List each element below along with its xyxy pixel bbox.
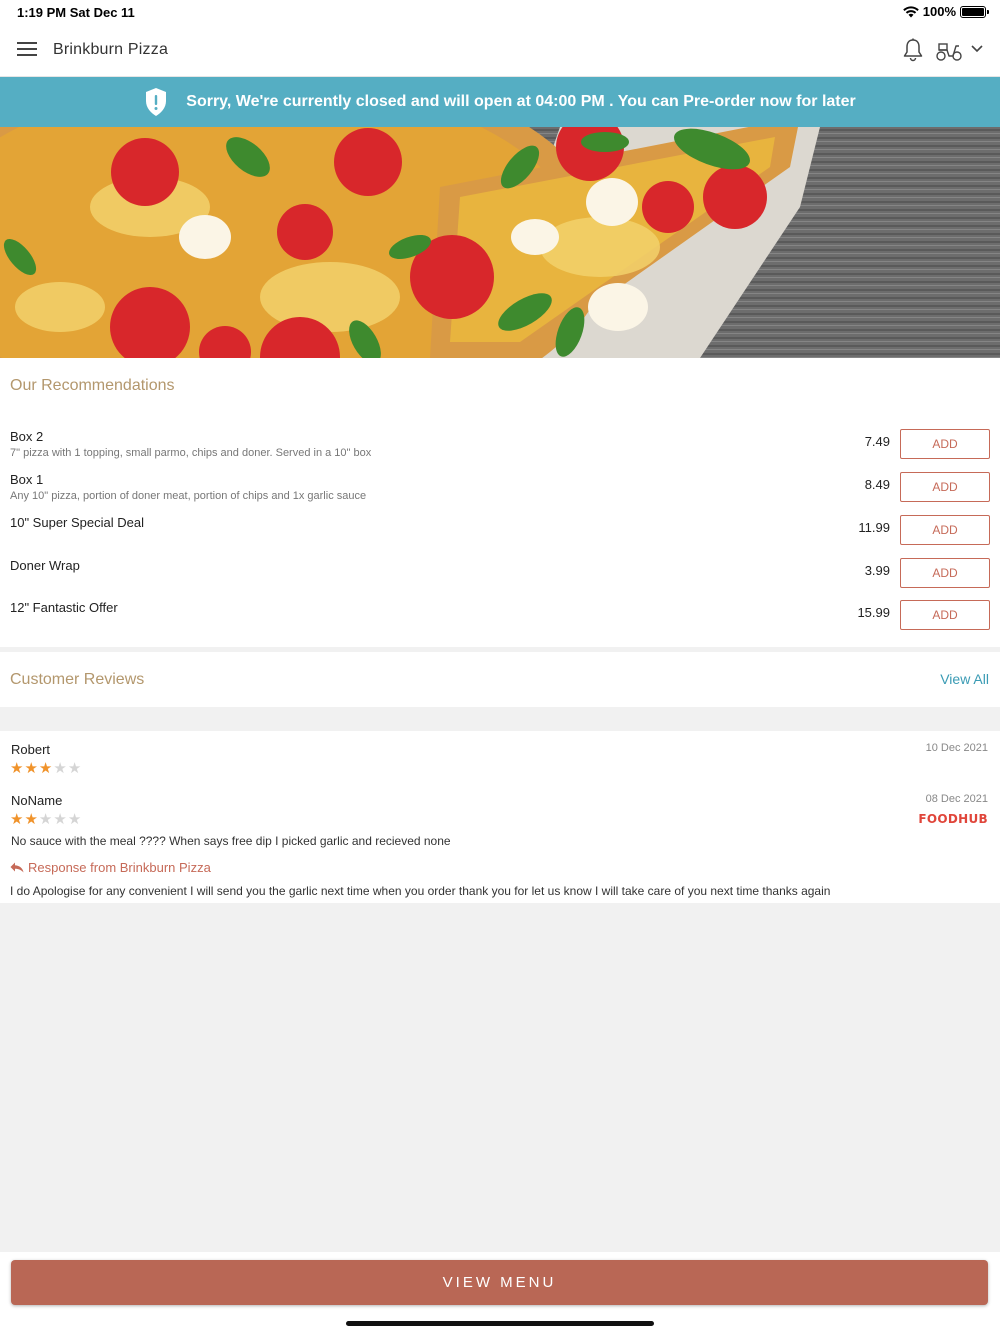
add-button[interactable]: ADD: [900, 472, 990, 502]
battery-percent: 100%: [922, 4, 956, 19]
item-price: 7.49: [864, 434, 890, 449]
list-item: Doner Wrap 3.99 ADD: [0, 558, 1000, 598]
list-item: Box 1 Any 10" pizza, portion of doner me…: [0, 472, 1000, 512]
hero-pizza-image: [0, 127, 1000, 358]
add-button[interactable]: ADD: [900, 429, 990, 459]
home-indicator: [346, 1321, 654, 1326]
item-name: Doner Wrap: [10, 558, 80, 573]
item-price: 8.49: [864, 477, 890, 492]
status-bar: 1:19 PM Sat Dec 11 100%: [0, 0, 1000, 24]
chevron-down-icon[interactable]: [970, 44, 984, 54]
reviews-title: Customer Reviews: [10, 671, 145, 688]
star-empty-icon: ★: [53, 811, 67, 828]
item-price: 3.99: [864, 563, 890, 578]
star-filled-icon: ★: [10, 760, 24, 777]
foodhub-logo: FOODHUB: [918, 812, 988, 826]
bell-icon[interactable]: [902, 38, 924, 62]
list-item: 12" Fantastic Offer 15.99 ADD: [0, 600, 1000, 640]
page-title: Brinkburn Pizza: [53, 41, 169, 58]
review-text: No sauce with the meal ???? When says fr…: [11, 834, 451, 848]
status-time: 1:19 PM Sat Dec 11: [17, 5, 135, 20]
star-rating: ★ ★ ★ ★ ★: [10, 812, 81, 827]
delivery-scooter-icon[interactable]: [935, 40, 963, 62]
add-button[interactable]: ADD: [900, 600, 990, 630]
response-label-text: Response from Brinkburn Pizza: [28, 860, 211, 875]
battery-icon: [960, 5, 989, 18]
response-text: I do Apologise for any convenient I will…: [10, 884, 831, 898]
reviews-list: Robert 10 Dec 2021 ★ ★ ★ ★ ★ NoName 08 D…: [0, 731, 1000, 903]
add-button[interactable]: ADD: [900, 515, 990, 545]
item-price: 15.99: [857, 605, 890, 620]
banner-message: Sorry, We're currently closed and will o…: [186, 93, 856, 110]
recommendations-title: Our Recommendations: [10, 377, 175, 394]
recommendations-section: Our Recommendations Box 2 7" pizza with …: [0, 358, 1000, 647]
reply-arrow-icon: [10, 862, 24, 873]
star-empty-icon: ★: [38, 811, 53, 828]
star-filled-icon: ★: [24, 760, 38, 777]
closed-banner: Sorry, We're currently closed and will o…: [0, 77, 1000, 127]
reviews-header: Customer Reviews View All: [0, 652, 1000, 707]
list-item: Box 2 7" pizza with 1 topping, small par…: [0, 429, 1000, 469]
star-filled-icon: ★: [10, 811, 24, 828]
item-description: 7" pizza with 1 topping, small parmo, ch…: [10, 447, 372, 459]
star-filled-icon: ★: [24, 811, 38, 828]
menu-icon[interactable]: [17, 42, 37, 58]
reviewer-name: NoName: [11, 793, 63, 808]
star-rating: ★ ★ ★ ★ ★: [10, 761, 81, 776]
review-date: 10 Dec 2021: [925, 742, 988, 754]
item-name: Box 1: [10, 472, 44, 487]
add-button[interactable]: ADD: [900, 558, 990, 588]
item-name: Box 2: [10, 429, 44, 444]
item-name: 10" Super Special Deal: [10, 515, 144, 530]
status-right: 100%: [902, 4, 989, 19]
star-empty-icon: ★: [67, 811, 82, 828]
star-empty-icon: ★: [67, 760, 82, 777]
star-empty-icon: ★: [53, 760, 67, 777]
item-name: 12" Fantastic Offer: [10, 600, 118, 615]
list-item: 10" Super Special Deal 11.99 ADD: [0, 515, 1000, 555]
item-price: 11.99: [858, 520, 890, 535]
star-filled-icon: ★: [38, 760, 53, 777]
item-description: Any 10" pizza, portion of doner meat, po…: [10, 490, 367, 502]
wifi-icon: [902, 5, 919, 17]
app-header: Brinkburn Pizza: [0, 24, 1000, 77]
reviewer-name: Robert: [11, 742, 51, 757]
view-all-link[interactable]: View All: [940, 671, 989, 687]
review-date: 08 Dec 2021: [925, 793, 988, 805]
view-menu-button[interactable]: VIEW MENU: [11, 1260, 988, 1305]
shield-alert-icon: [146, 88, 167, 116]
response-label: Response from Brinkburn Pizza: [10, 860, 211, 875]
